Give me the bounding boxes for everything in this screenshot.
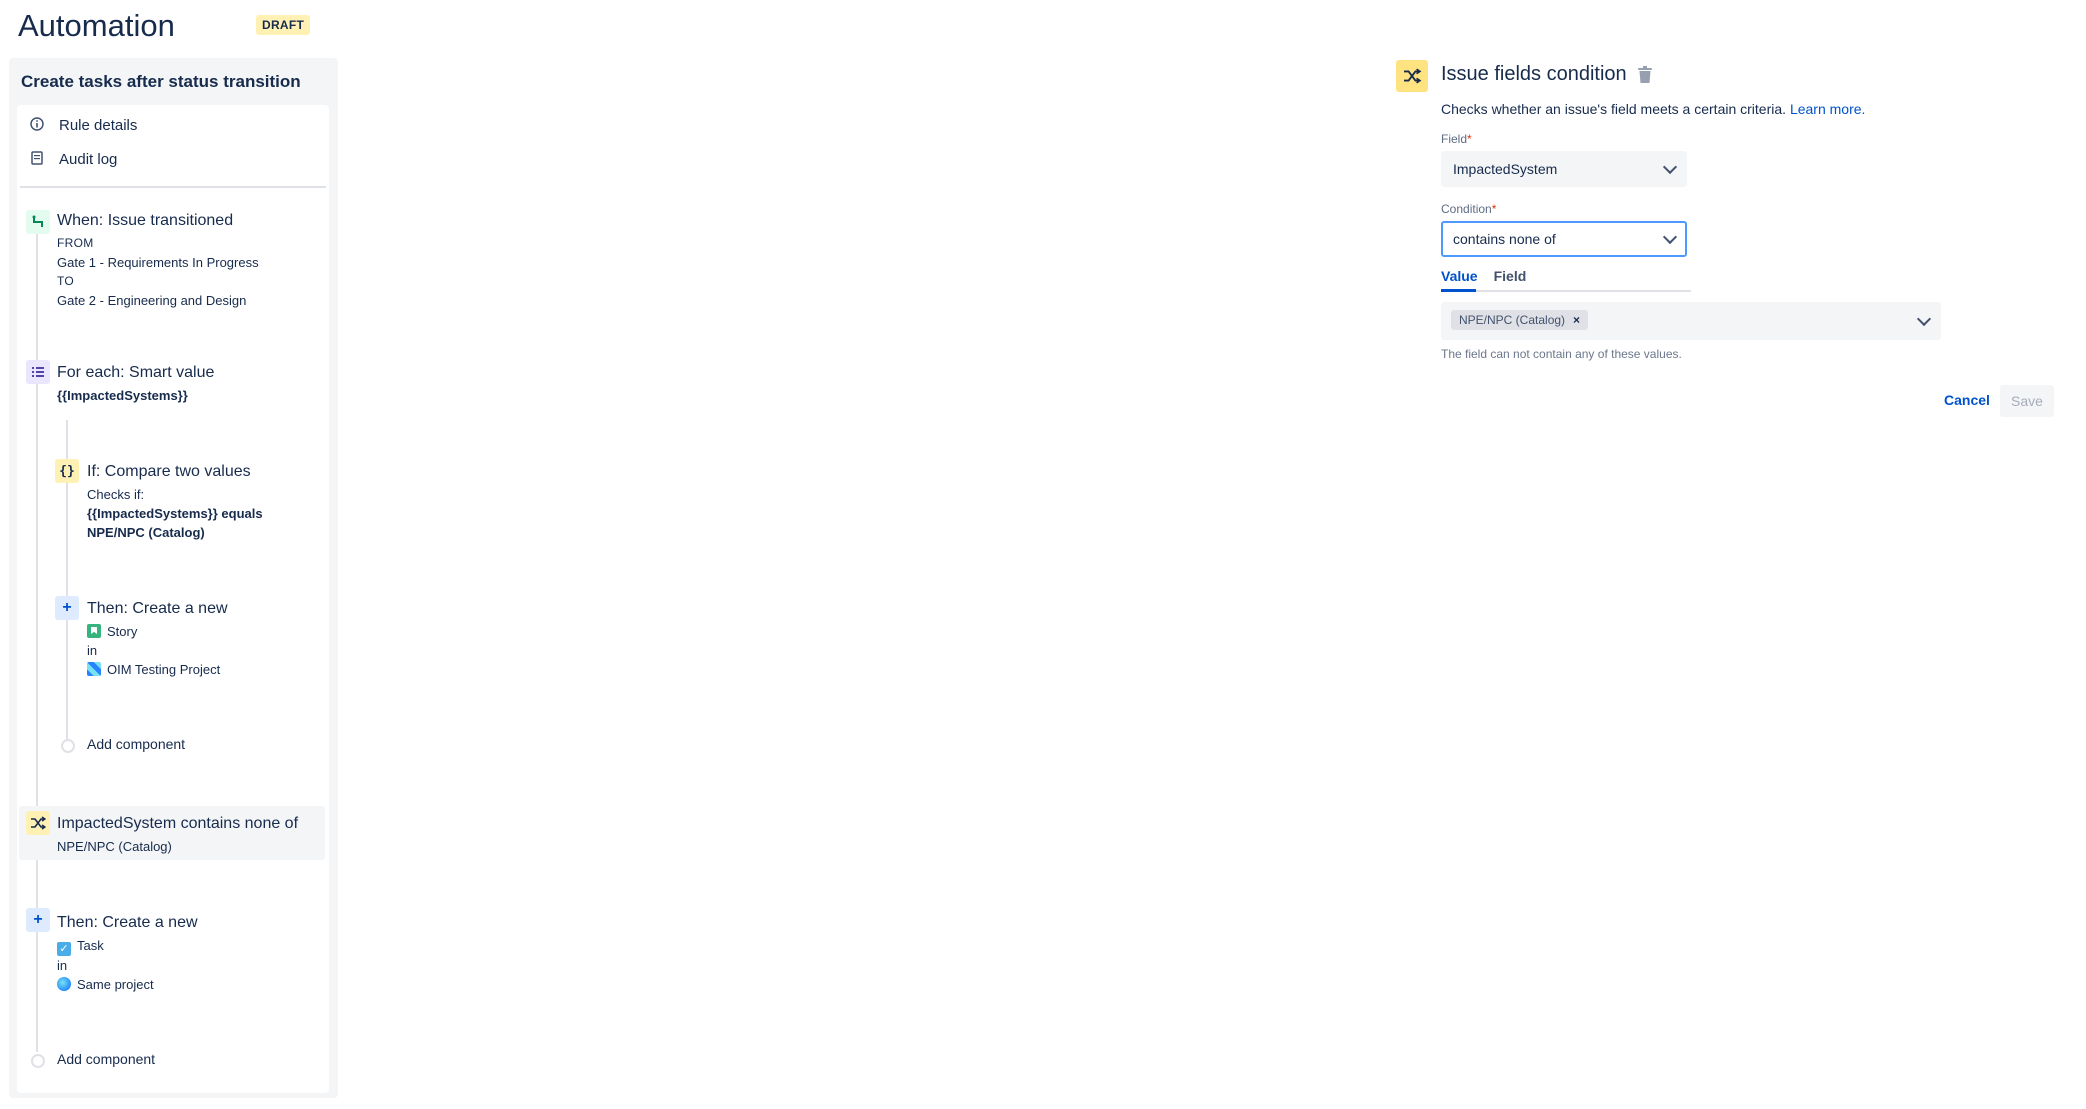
to-label: TO xyxy=(57,274,75,288)
field-label: Field* xyxy=(1441,132,1472,146)
condition-label: Condition* xyxy=(1441,202,1497,216)
active-tab-indicator xyxy=(1441,289,1476,292)
rule-name: Create tasks after status transition xyxy=(21,72,301,91)
condition-select[interactable]: contains none of xyxy=(1441,221,1687,257)
trigger-component[interactable] xyxy=(26,210,50,234)
tab-value[interactable]: Value xyxy=(1441,268,1478,284)
condition-select-value: contains none of xyxy=(1453,231,1556,247)
shuffle-icon xyxy=(26,811,50,835)
tabs-divider xyxy=(1441,290,1691,292)
add-component-outer[interactable]: Add component xyxy=(57,1050,155,1069)
condition-value: NPE/NPC (Catalog) xyxy=(57,839,172,854)
list-icon xyxy=(26,360,50,384)
document-icon xyxy=(29,151,45,168)
add-component-dot xyxy=(31,1054,45,1068)
nav-audit-log[interactable]: Audit log xyxy=(29,151,117,168)
then-task-title[interactable]: Then: Create a new xyxy=(57,914,198,932)
field-select-value: ImpactedSystem xyxy=(1453,161,1558,177)
from-label: FROM xyxy=(57,236,94,250)
nav-label: Rule details xyxy=(59,117,138,134)
then-story-title[interactable]: Then: Create a new xyxy=(87,600,228,618)
remove-chip-icon[interactable]: × xyxy=(1573,313,1580,327)
then-task-component[interactable]: + xyxy=(26,908,50,932)
in-label: in xyxy=(87,643,98,658)
value-chip: NPE/NPC (Catalog) × xyxy=(1451,310,1589,330)
if-expression: {{ImpactedSystems}} equals xyxy=(87,506,263,521)
project-name: OIM Testing Project xyxy=(107,662,221,677)
panel-description: Checks whether an issue's field meets a … xyxy=(1441,101,1866,117)
transition-icon xyxy=(26,210,50,234)
issue-type: Task xyxy=(77,938,104,953)
learn-more-link[interactable]: Learn more. xyxy=(1790,101,1865,117)
if-expression-value: NPE/NPC (Catalog) xyxy=(87,525,205,540)
trash-icon[interactable] xyxy=(1638,66,1652,83)
if-title[interactable]: If: Compare two values xyxy=(87,463,251,481)
tab-field[interactable]: Field xyxy=(1494,268,1527,284)
plus-icon: + xyxy=(55,596,79,620)
condition-title[interactable]: ImpactedSystem contains none of xyxy=(57,815,298,833)
helper-text: The field can not contain any of these v… xyxy=(1441,347,1682,361)
in-label: in xyxy=(57,958,68,973)
draft-badge: DRAFT xyxy=(256,15,311,35)
cancel-button[interactable]: Cancel xyxy=(1938,391,1996,409)
project-name: Same project xyxy=(77,977,154,992)
task-icon: ✓ xyxy=(57,942,71,956)
chevron-down-icon xyxy=(1662,229,1678,245)
if-component[interactable]: {} xyxy=(55,459,79,483)
from-status: Gate 1 - Requirements In Progress xyxy=(57,255,259,270)
foreach-smart-value: {{ImpactedSystems}} xyxy=(57,388,188,403)
field-select[interactable]: ImpactedSystem xyxy=(1441,151,1687,187)
chip-label: NPE/NPC (Catalog) xyxy=(1459,313,1566,327)
add-component-inner[interactable]: Add component xyxy=(87,735,185,754)
info-icon xyxy=(29,117,45,134)
foreach-component[interactable] xyxy=(26,360,50,384)
then-story-component[interactable]: + xyxy=(55,596,79,620)
divider xyxy=(20,186,326,188)
story-icon xyxy=(87,624,101,638)
panel-title: Issue fields condition xyxy=(1441,63,1627,85)
project-icon xyxy=(87,662,101,676)
trigger-title[interactable]: When: Issue transitioned xyxy=(57,212,233,230)
add-component-dot xyxy=(61,739,75,753)
nav-rule-details[interactable]: Rule details xyxy=(29,117,137,134)
if-checks: Checks if: xyxy=(87,487,145,502)
globe-icon xyxy=(57,977,71,991)
issue-type: Story xyxy=(107,624,138,639)
foreach-title[interactable]: For each: Smart value xyxy=(57,364,214,382)
shuffle-icon xyxy=(1396,60,1428,92)
chevron-down-icon xyxy=(1662,159,1678,175)
nav-label: Audit log xyxy=(59,151,118,168)
curly-braces-icon: {} xyxy=(55,459,79,483)
save-button[interactable]: Save xyxy=(2000,385,2054,417)
plus-icon: + xyxy=(26,908,50,932)
condition-component[interactable] xyxy=(26,811,50,835)
app-title: Automation xyxy=(18,8,175,43)
to-status: Gate 2 - Engineering and Design xyxy=(57,293,247,308)
value-field-tabs: Value Field xyxy=(1441,268,1526,284)
